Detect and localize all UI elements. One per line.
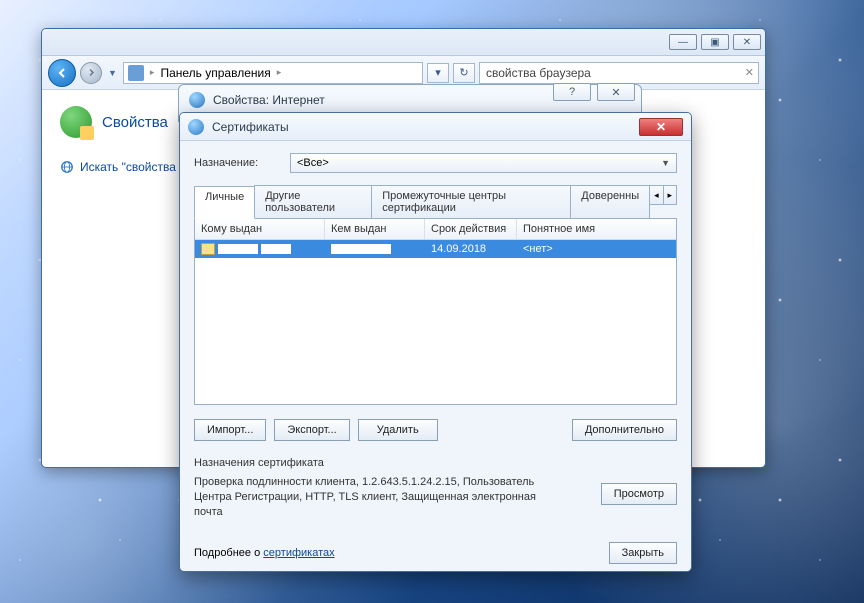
purpose-value: <Все> bbox=[297, 157, 329, 169]
cp-titlebar: — ▣ ✕ bbox=[42, 29, 765, 56]
globe-icon bbox=[60, 160, 74, 174]
tab-scroll-left-icon[interactable]: ◂ bbox=[649, 185, 663, 205]
search-clear-icon[interactable]: ✕ bbox=[745, 66, 754, 79]
cert-table-header: Кому выдан Кем выдан Срок действия Понят… bbox=[195, 219, 676, 240]
col-expiry[interactable]: Срок действия bbox=[425, 219, 517, 239]
import-button[interactable]: Импорт... bbox=[194, 419, 266, 441]
dropdown-icon: ▼ bbox=[661, 158, 670, 168]
control-panel-icon bbox=[128, 65, 144, 81]
certificate-row-icon bbox=[201, 243, 215, 255]
purpose-select[interactable]: <Все> ▼ bbox=[290, 153, 677, 173]
cert-titlebar: Сертификаты ✕ bbox=[180, 113, 691, 141]
learn-prefix: Подробнее о bbox=[194, 547, 263, 559]
tab-trusted[interactable]: Доверенны bbox=[570, 185, 650, 218]
ip-title: Свойства: Интернет bbox=[213, 93, 325, 107]
row-friendly: <нет> bbox=[517, 243, 676, 255]
cert-close-button[interactable]: ✕ bbox=[639, 118, 683, 136]
delete-button[interactable]: Удалить bbox=[358, 419, 438, 441]
ip-help-button[interactable]: ? bbox=[553, 83, 591, 101]
learn-link-text[interactable]: сертификатах bbox=[263, 547, 334, 559]
cp-close-button[interactable]: ✕ bbox=[733, 34, 761, 50]
tab-other-people[interactable]: Другие пользователи bbox=[254, 185, 372, 218]
advanced-button[interactable]: Дополнительно bbox=[572, 419, 677, 441]
internet-icon bbox=[189, 92, 205, 108]
export-button[interactable]: Экспорт... bbox=[274, 419, 349, 441]
cp-minimize-button[interactable]: — bbox=[669, 34, 697, 50]
tab-intermediate-ca[interactable]: Промежуточные центры сертификации bbox=[371, 185, 571, 218]
table-row[interactable]: 14.09.2018 <нет> bbox=[195, 240, 676, 258]
internet-options-icon bbox=[60, 106, 92, 138]
cert-purposes-label: Назначения сертификата bbox=[194, 457, 677, 469]
address-dropdown-button[interactable]: ▾ bbox=[427, 63, 449, 83]
learn-more-link[interactable]: Подробнее о сертификатах bbox=[194, 547, 335, 559]
col-friendly[interactable]: Понятное имя bbox=[517, 219, 676, 239]
tab-scroll-right-icon[interactable]: ▸ bbox=[663, 185, 677, 205]
breadcrumb-root[interactable]: Панель управления bbox=[160, 66, 270, 80]
nav-forward-button[interactable] bbox=[80, 62, 102, 84]
cert-tabs: Личные Другие пользователи Промежуточные… bbox=[194, 185, 677, 219]
ip-close-button[interactable]: ✕ bbox=[597, 83, 635, 101]
row-expiry: 14.09.2018 bbox=[425, 243, 517, 255]
breadcrumb-sep-icon: ▸ bbox=[277, 67, 282, 78]
breadcrumb-sep-icon: ▸ bbox=[150, 67, 155, 78]
search-input[interactable]: свойства браузера ✕ bbox=[479, 62, 759, 84]
refresh-button[interactable]: ↻ bbox=[453, 63, 475, 83]
cp-heading-text: Свойства bbox=[102, 114, 168, 131]
certificates-dialog: Сертификаты ✕ Назначение: <Все> ▼ Личные… bbox=[179, 112, 692, 572]
cert-purposes-desc: Проверка подлинности клиента, 1.2.643.5.… bbox=[194, 475, 554, 520]
col-issued-by[interactable]: Кем выдан bbox=[325, 219, 425, 239]
search-link-text: Искать "свойства bbox=[80, 160, 176, 174]
cert-title-text: Сертификаты bbox=[212, 120, 289, 134]
col-issued-to[interactable]: Кому выдан bbox=[195, 219, 325, 239]
address-bar[interactable]: ▸ Панель управления ▸ bbox=[123, 62, 423, 84]
certificate-icon bbox=[188, 119, 204, 135]
nav-history-dropdown-icon[interactable]: ▼ bbox=[108, 68, 117, 78]
close-button[interactable]: Закрыть bbox=[609, 542, 677, 564]
nav-back-button[interactable] bbox=[48, 59, 76, 87]
cert-table: Кому выдан Кем выдан Срок действия Понят… bbox=[194, 219, 677, 405]
purpose-label: Назначение: bbox=[194, 157, 280, 169]
cp-maximize-button[interactable]: ▣ bbox=[701, 34, 729, 50]
view-button[interactable]: Просмотр bbox=[601, 483, 677, 505]
tab-personal[interactable]: Личные bbox=[194, 186, 255, 219]
search-value: свойства браузера bbox=[486, 66, 591, 80]
